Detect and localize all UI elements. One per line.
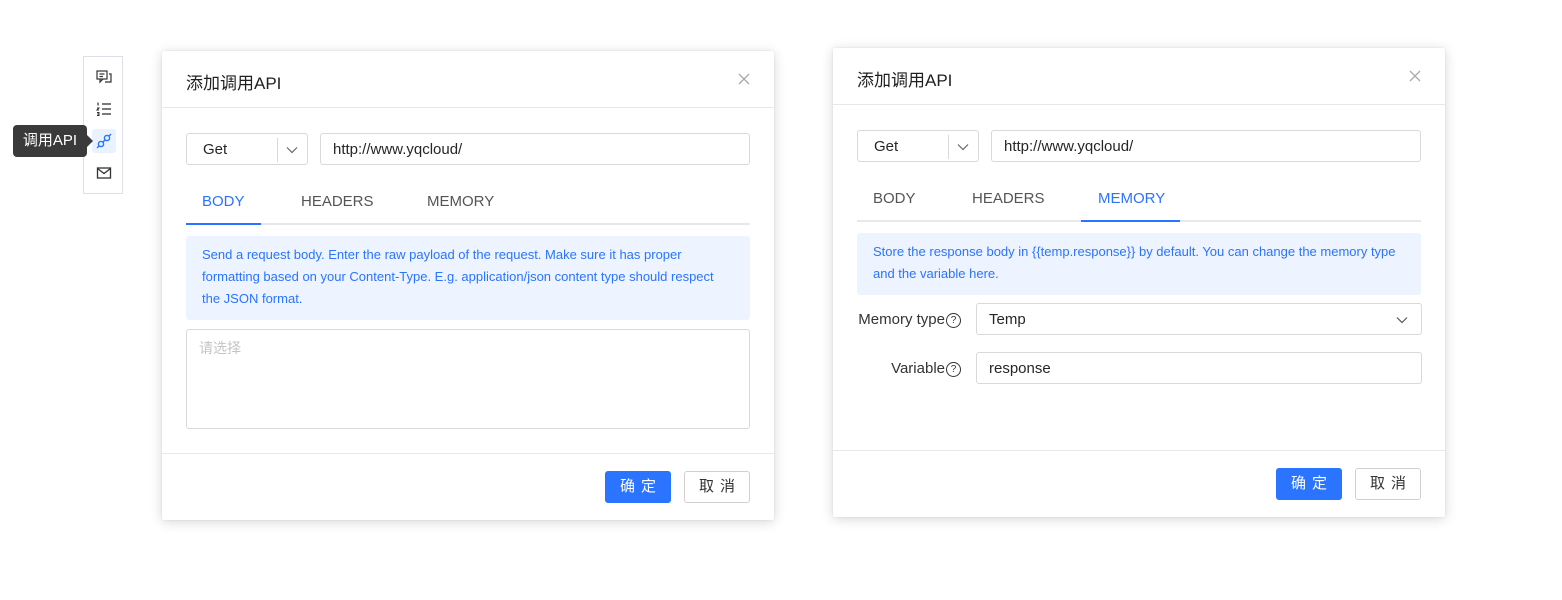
dialog-header: 添加调用API: [833, 48, 1445, 105]
memory-type-select[interactable]: Temp: [976, 303, 1422, 335]
close-icon[interactable]: [736, 71, 752, 87]
dialog-footer: 确定 取消: [162, 453, 774, 520]
method-value: Get: [203, 141, 228, 158]
memory-type-label-text: Memory type: [858, 311, 945, 328]
confirm-button[interactable]: 确定: [1276, 468, 1342, 500]
url-value: http://www.yqcloud/: [1004, 138, 1134, 155]
memory-info-alert: Store the response body in {{temp.respon…: [857, 233, 1421, 295]
body-info-alert: Send a request body. Enter the raw paylo…: [186, 236, 750, 320]
add-api-dialog-memory: 添加调用API Get http://www.yqcloud/ BODY HEA…: [833, 48, 1445, 517]
ordered-list-icon[interactable]: [92, 97, 116, 121]
tab-bar: BODY HEADERS MEMORY: [186, 181, 750, 225]
node-toolbar: [83, 56, 123, 194]
method-value: Get: [874, 138, 899, 155]
api-link-icon[interactable]: [92, 129, 116, 153]
confirm-button[interactable]: 确定: [605, 471, 671, 503]
help-icon[interactable]: ?: [946, 313, 961, 328]
memory-type-value: Temp: [989, 311, 1026, 328]
tab-headers[interactable]: HEADERS: [972, 190, 1045, 207]
dialog-title: 添加调用API: [857, 71, 953, 90]
add-api-dialog-body: 添加调用API Get http://www.yqcloud/ BODY HEA…: [162, 51, 774, 520]
dialog-title: 添加调用API: [186, 74, 282, 93]
divider: [277, 138, 278, 162]
active-tab-indicator: [186, 223, 261, 225]
close-icon[interactable]: [1407, 68, 1423, 84]
variable-value: response: [989, 360, 1051, 377]
dialog-footer: 确定 取消: [833, 450, 1445, 517]
textarea-placeholder: 请选择: [199, 340, 241, 356]
variable-label-text: Variable: [891, 360, 945, 377]
chat-messages-icon[interactable]: [92, 65, 116, 89]
tab-headers[interactable]: HEADERS: [301, 193, 374, 210]
method-select[interactable]: Get: [857, 130, 979, 162]
cancel-button[interactable]: 取消: [684, 471, 750, 503]
method-select[interactable]: Get: [186, 133, 308, 165]
body-textarea[interactable]: 请选择: [186, 329, 750, 429]
tab-body[interactable]: BODY: [873, 190, 916, 207]
help-icon[interactable]: ?: [946, 362, 961, 377]
cancel-button[interactable]: 取消: [1355, 468, 1421, 500]
dialog-header: 添加调用API: [162, 51, 774, 108]
divider: [948, 135, 949, 159]
url-value: http://www.yqcloud/: [333, 141, 463, 158]
tooltip: 调用API: [13, 125, 93, 157]
chevron-down-icon: [957, 144, 969, 151]
tab-memory[interactable]: MEMORY: [427, 193, 494, 210]
mail-icon[interactable]: [92, 161, 116, 185]
chevron-down-icon: [286, 147, 298, 154]
variable-input[interactable]: response: [976, 352, 1422, 384]
tab-body[interactable]: BODY: [202, 193, 245, 210]
tab-bar: BODY HEADERS MEMORY: [857, 178, 1421, 222]
chevron-down-icon: [1396, 317, 1408, 324]
active-tab-indicator: [1081, 220, 1180, 222]
memory-type-label: Memory type?: [857, 311, 961, 328]
url-input[interactable]: http://www.yqcloud/: [991, 130, 1421, 162]
tab-memory[interactable]: MEMORY: [1098, 190, 1165, 207]
url-input[interactable]: http://www.yqcloud/: [320, 133, 750, 165]
variable-label: Variable?: [857, 360, 961, 377]
